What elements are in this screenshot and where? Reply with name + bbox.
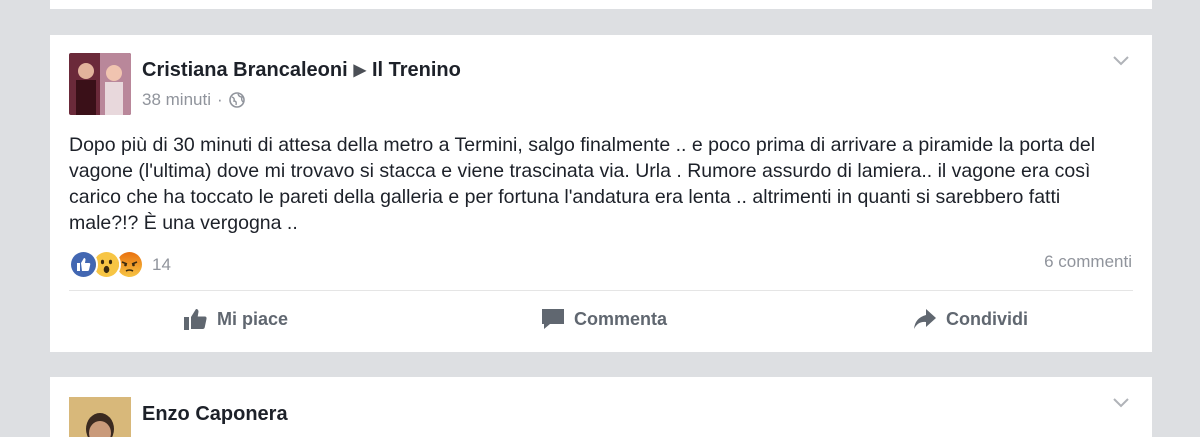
like-button[interactable]: Mi piace: [183, 307, 288, 331]
reactions-count: 14: [152, 254, 171, 274]
share-arrow-icon: [914, 309, 936, 329]
share-button[interactable]: Condividi: [912, 307, 1028, 331]
previous-post-card: [50, 0, 1152, 9]
like-icon: [69, 250, 98, 279]
reactions-summary[interactable]: 14: [69, 250, 171, 279]
author-name[interactable]: Cristiana Brancaleoni: [142, 59, 348, 81]
post-card: Cristiana Brancaleoni ▶ Il Trenino 38 minu…: [50, 35, 1152, 352]
share-label: Condividi: [946, 308, 1028, 329]
post-header: Cristiana Brancaleoni ▶ Il Trenino: [142, 59, 461, 82]
next-author-name[interactable]: Enzo Caponera: [142, 403, 288, 426]
next-author-avatar[interactable]: [69, 397, 131, 437]
comment-button[interactable]: Commenta: [540, 307, 667, 331]
thumbs-up-icon: [184, 309, 207, 330]
comments-count[interactable]: 6 commenti: [1044, 252, 1132, 272]
post-time[interactable]: 38 minuti: [142, 90, 211, 110]
next-post-card: Enzo Caponera: [50, 377, 1152, 437]
post-text: Dopo più di 30 minuti di attesa della me…: [69, 134, 1096, 234]
comment-label: Commenta: [574, 308, 668, 329]
post-meta: 38 minuti ·: [142, 90, 245, 110]
actions-divider: [69, 290, 1133, 291]
like-label: Mi piace: [217, 308, 289, 329]
globe-icon: [228, 92, 245, 108]
meta-separator: ·: [216, 90, 223, 109]
group-name[interactable]: Il Trenino: [372, 59, 461, 81]
chevron-down-icon[interactable]: [1112, 397, 1130, 409]
author-avatar[interactable]: [69, 53, 131, 115]
arrow-right-icon: ▶: [353, 62, 366, 79]
chevron-down-icon[interactable]: [1112, 55, 1130, 67]
comment-icon: [542, 309, 564, 329]
